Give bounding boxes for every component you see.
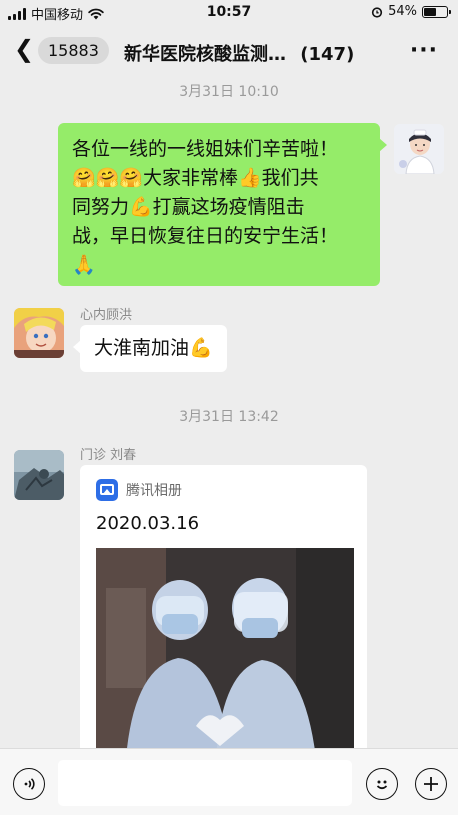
own-message-bubble[interactable]: 各位一线的一线姐妹们辛苦啦！ 🤗🤗🤗大家非常棒👍我们共 同努力💪打赢这场疫情阻击…: [58, 123, 387, 286]
message-timestamp: 3月31日 10:10: [179, 84, 279, 100]
card-photo[interactable]: [96, 548, 354, 758]
album-icon: [96, 479, 118, 501]
chevron-left-icon[interactable]: ❮: [14, 37, 34, 61]
received-message-bubble[interactable]: 大淮南加油💪: [73, 325, 227, 372]
message-line: 同努力💪打赢这场疫情阻击: [72, 196, 305, 218]
input-bar: [0, 748, 458, 815]
medical-staff-photo: [96, 548, 354, 758]
photo-avatar-image: [14, 450, 64, 500]
voice-icon[interactable]: [13, 768, 45, 800]
card-source: 腾讯相册: [96, 479, 182, 501]
emoji-icon[interactable]: [366, 768, 398, 800]
sender-avatar-guhong[interactable]: [14, 308, 64, 358]
message-timestamp: 3月31日 13:42: [179, 409, 279, 425]
sender-name: 门诊 刘春: [80, 448, 137, 463]
message-line: 🤗🤗🤗大家非常棒👍我们共: [72, 167, 319, 189]
group-name: 新华医院核酸监测…: [124, 44, 286, 65]
message-input[interactable]: [58, 760, 352, 806]
message-line: 各位一线的一线姐妹们辛苦啦！: [72, 138, 339, 160]
status-bar: 中国移动 10:57 54%: [0, 0, 458, 26]
status-right: 54%: [371, 4, 451, 19]
battery-percent: 54%: [388, 4, 417, 19]
battery-icon: [422, 5, 451, 18]
sender-avatar-liuchun[interactable]: [14, 450, 64, 500]
plus-icon[interactable]: [415, 768, 447, 800]
card-date: 2020.03.16: [96, 513, 200, 534]
alarm-icon: [371, 6, 383, 18]
member-count: (147): [300, 44, 355, 65]
sender-name: 心内顾洪: [80, 308, 133, 323]
chat-title: 新华医院核酸监测… (147): [124, 40, 354, 66]
card-source-name: 腾讯相册: [126, 483, 182, 499]
more-dots-icon[interactable]: ···: [410, 38, 438, 63]
chat-header: ❮ 15883 新华医院核酸监测… (147) ···: [0, 26, 458, 74]
unread-count-badge[interactable]: 15883: [38, 37, 109, 64]
shared-album-card[interactable]: 腾讯相册 2020.03.16: [80, 465, 367, 765]
own-avatar[interactable]: [394, 124, 444, 174]
message-line: 🙏: [72, 254, 96, 276]
cartoon-avatar-image: [14, 308, 64, 358]
nurse-avatar-image: [394, 124, 444, 174]
message-line: 战，早日恢复往日的安宁生活！: [72, 225, 339, 247]
